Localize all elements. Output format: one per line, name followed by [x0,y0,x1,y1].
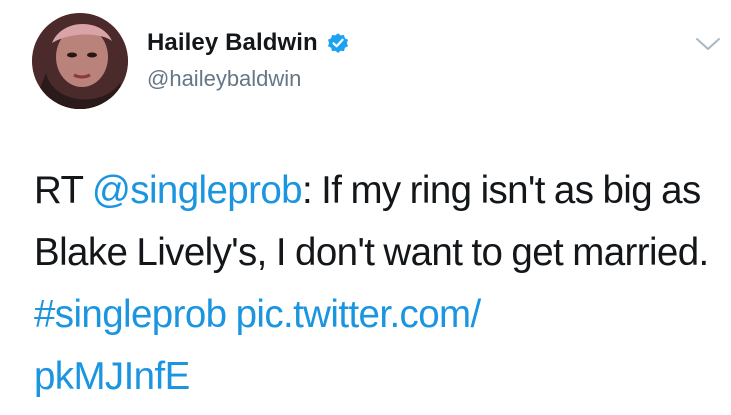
tweet-text: RT @singleprob: If my ring isn't as big … [34,160,724,408]
user-handle[interactable]: @haileybaldwin [147,66,301,92]
avatar[interactable] [32,13,128,109]
media-link-line2[interactable]: pkMJInfE [34,355,190,398]
tweet-card: Hailey Baldwin @haileybaldwin RT @single… [0,0,731,415]
media-link-line1[interactable]: pic.twitter.com/ [236,293,482,336]
verified-badge-icon [326,31,350,55]
hashtag-link[interactable]: #singleprob [34,293,227,336]
chevron-down-icon[interactable] [695,34,721,54]
display-name[interactable]: Hailey Baldwin [147,29,318,57]
avatar-image [32,13,128,109]
mention-link[interactable]: @singleprob [92,169,303,212]
user-name-row[interactable]: Hailey Baldwin [147,29,350,57]
retweet-prefix: RT [34,169,92,212]
